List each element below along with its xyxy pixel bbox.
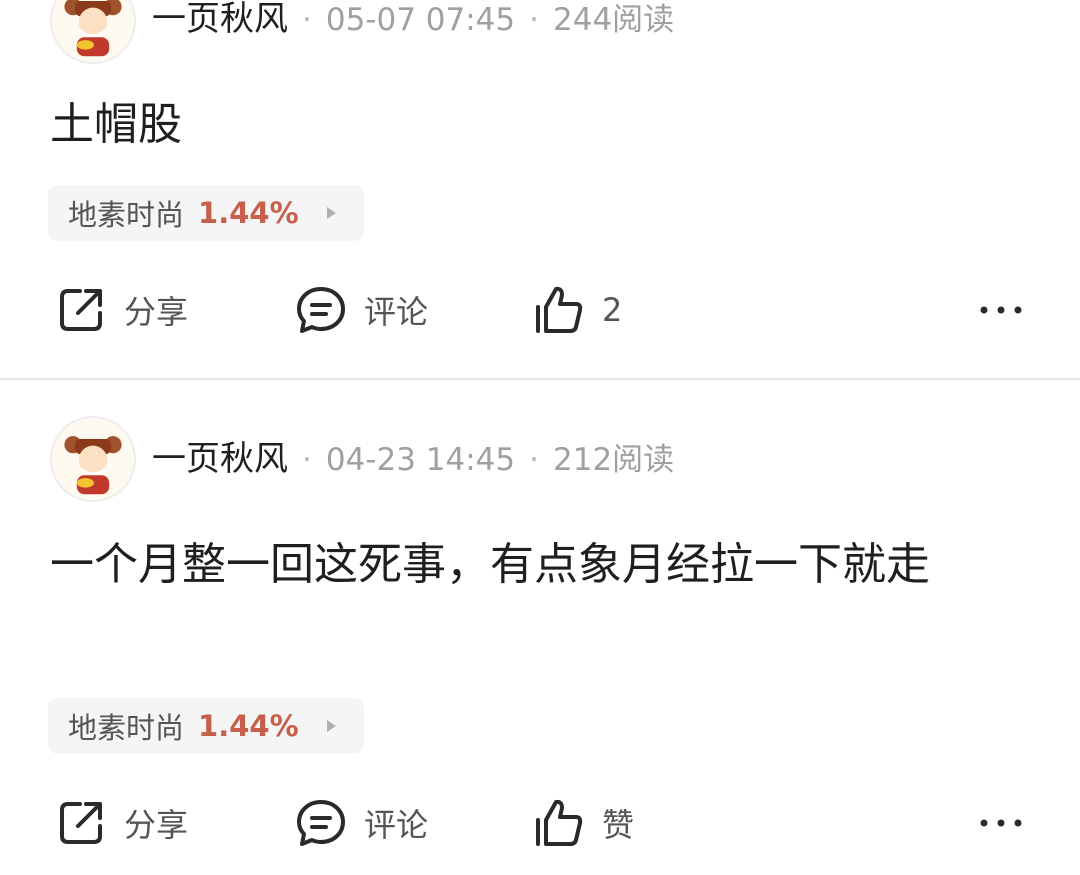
more-dots-icon	[980, 306, 1022, 314]
chevron-right-icon	[326, 207, 336, 219]
share-icon	[60, 802, 102, 844]
read-count: 212阅读	[553, 442, 675, 478]
comment-button[interactable]: 评论	[294, 280, 428, 340]
stock-tag[interactable]: 地素时尚 1.44%	[48, 185, 364, 241]
author-name[interactable]: 一页秋风	[152, 439, 288, 479]
author-avatar[interactable]	[50, 416, 136, 502]
thumbs-up-icon	[536, 286, 583, 333]
stock-name: 地素时尚	[68, 198, 185, 232]
stock-change: 1.44%	[198, 709, 299, 743]
separator-dot: ·	[302, 442, 312, 478]
author-avatar[interactable]	[50, 0, 136, 64]
more-button[interactable]	[976, 793, 1026, 853]
thumbs-up-icon	[536, 799, 583, 846]
share-label: 分享	[124, 806, 189, 844]
action-bar: 分享 评论 赞	[0, 793, 1080, 853]
author-name[interactable]: 一页秋风	[152, 0, 288, 39]
action-bar: 分享 评论 2	[0, 280, 1080, 340]
post-meta: 一页秋风 · 05-07 07:45 · 244阅读	[152, 0, 674, 44]
separator-dot: ·	[529, 442, 539, 478]
comment-icon	[297, 287, 345, 333]
separator-dot: ·	[529, 2, 539, 38]
post-meta: 一页秋风 · 04-23 14:45 · 212阅读	[152, 434, 674, 484]
post-time: 05-07 07:45	[325, 2, 516, 38]
post-content[interactable]: 一个月整一回这死事，有点象月经拉一下就走	[50, 530, 1040, 600]
post-card: 一页秋风 · 04-23 14:45 · 212阅读 一个月整一回这死事，有点象月经拉一…	[0, 380, 1080, 875]
read-count: 244阅读	[553, 2, 675, 38]
chevron-right-icon	[326, 720, 336, 732]
more-button[interactable]	[976, 280, 1026, 340]
like-button[interactable]: 赞	[532, 793, 634, 853]
like-label: 赞	[602, 806, 635, 844]
comment-button[interactable]: 评论	[294, 793, 428, 853]
comment-icon	[297, 800, 345, 846]
comment-label: 评论	[364, 806, 429, 844]
post-content[interactable]: 土帽股	[50, 90, 1040, 160]
more-dots-icon	[980, 819, 1022, 827]
stock-change: 1.44%	[198, 196, 299, 230]
post-card: 一页秋风 · 05-07 07:45 · 244阅读 土帽股 地素时尚 1.44% 分享…	[0, 0, 1080, 378]
like-button[interactable]: 2	[532, 280, 622, 340]
comment-label: 评论	[364, 293, 429, 331]
stock-tag[interactable]: 地素时尚 1.44%	[48, 698, 364, 754]
separator-dot: ·	[302, 2, 312, 38]
post-time: 04-23 14:45	[325, 442, 516, 478]
like-count: 2	[602, 291, 623, 329]
share-label: 分享	[124, 293, 189, 331]
share-button[interactable]: 分享	[54, 280, 188, 340]
share-icon	[60, 289, 102, 331]
stock-name: 地素时尚	[68, 711, 185, 745]
share-button[interactable]: 分享	[54, 793, 188, 853]
